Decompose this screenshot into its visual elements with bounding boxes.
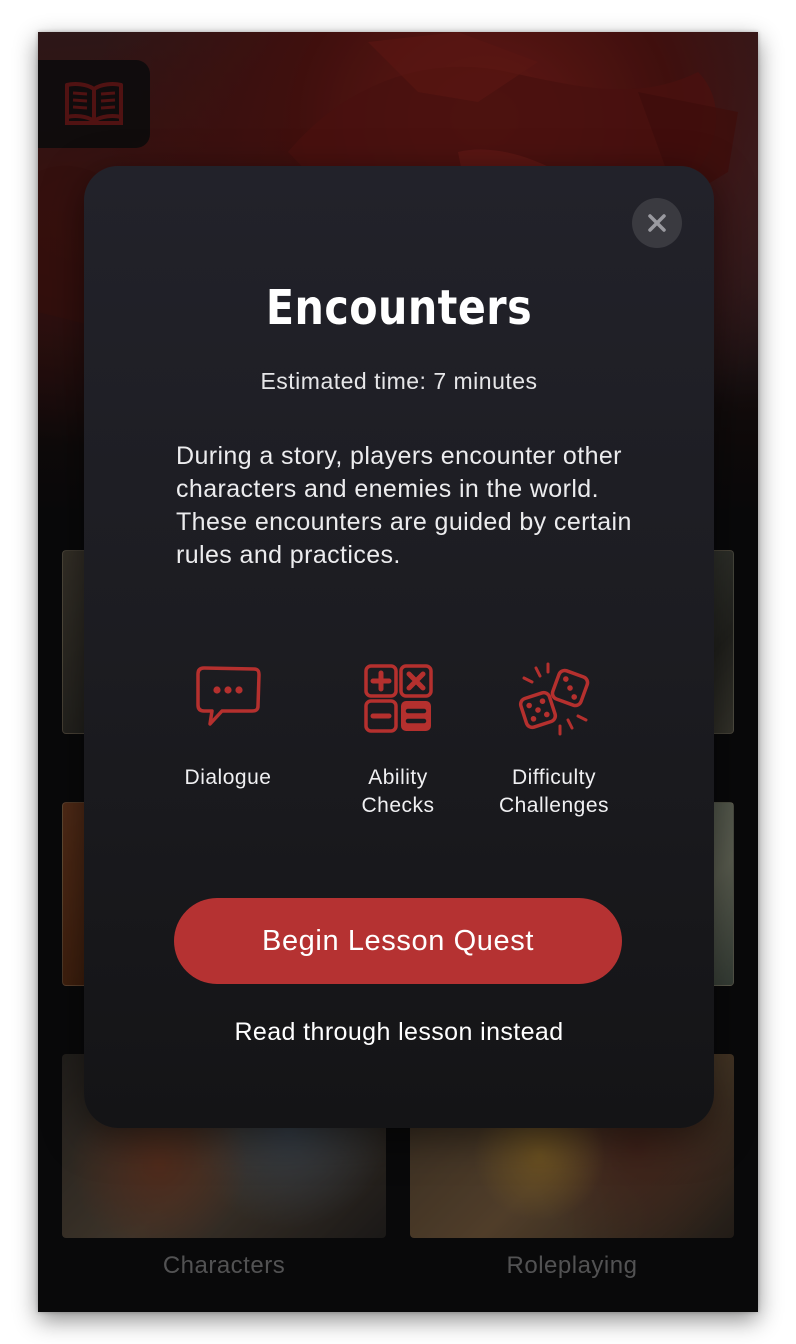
- topic-difficulty-challenges: Difficulty Challenges: [474, 660, 634, 820]
- speech-bubble-icon: [196, 666, 261, 726]
- close-button[interactable]: [632, 198, 682, 248]
- topic-label: Dialogue: [184, 766, 272, 789]
- lesson-modal: Encounters Estimated time: 7 minutes Dur…: [84, 166, 714, 1128]
- topic-label-line1: Difficulty: [512, 766, 596, 789]
- dice-icon: [518, 662, 590, 736]
- app-screen: Characters Roleplaying Encounters Estima…: [38, 32, 758, 1312]
- close-icon: [648, 214, 666, 232]
- modal-title: Encounters: [265, 280, 533, 336]
- read-lesson-link[interactable]: Read through lesson instead: [84, 1018, 714, 1047]
- calculator-icon: [364, 664, 433, 733]
- topic-label-line2: Checks: [361, 794, 435, 817]
- lesson-description: During a story, players encounter other …: [176, 442, 632, 569]
- begin-lesson-quest-button[interactable]: Begin Lesson Quest: [174, 898, 622, 984]
- topic-ability-checks: Ability Checks: [318, 660, 478, 820]
- topic-label-line1: Ability: [368, 766, 428, 789]
- topic-dialogue: Dialogue: [148, 660, 308, 792]
- topic-label-line2: Challenges: [498, 794, 610, 817]
- estimated-time: Estimated time: 7 minutes: [260, 368, 538, 394]
